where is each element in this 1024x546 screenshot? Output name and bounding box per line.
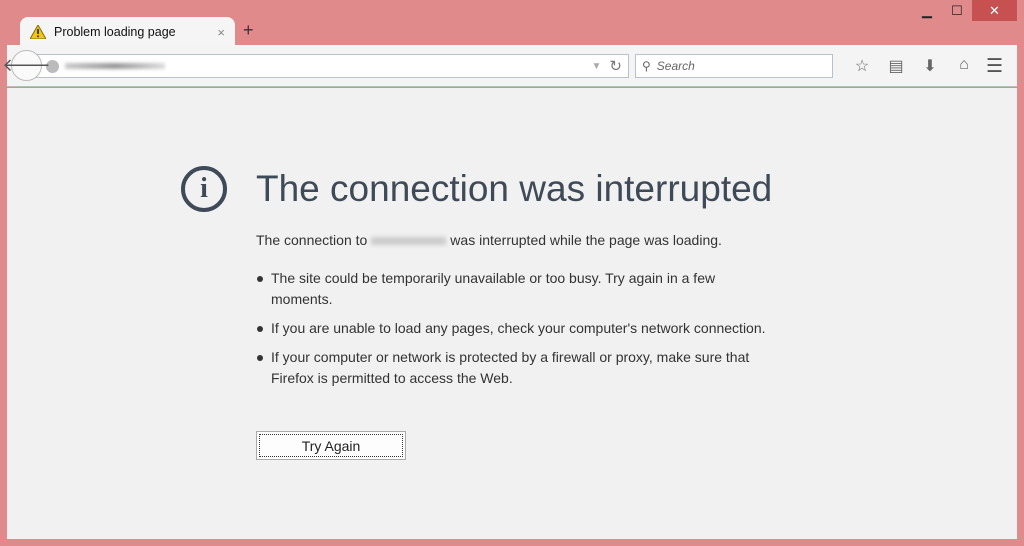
blurred-host bbox=[371, 237, 447, 245]
search-input[interactable]: ⚲ Search bbox=[635, 54, 833, 78]
error-description: The connection to was interrupted while t… bbox=[256, 232, 776, 248]
list-item: If your computer or network is protected… bbox=[257, 347, 771, 389]
url-text-blurred bbox=[65, 63, 165, 69]
back-button[interactable]: 🡐 bbox=[2, 50, 51, 81]
tab-close-icon[interactable]: × bbox=[217, 25, 225, 40]
desc-after: was interrupted while the page was loadi… bbox=[450, 232, 722, 248]
list-item: The site could be temporarily unavailabl… bbox=[257, 268, 771, 310]
try-again-button[interactable]: Try Again bbox=[256, 431, 406, 460]
navigation-toolbar: 🡐 ▼ ↻ ⚲ Search ☆ ▤ ⬇ ⌂ ☰ bbox=[2, 45, 1017, 87]
history-dropdown-icon[interactable]: ▼ bbox=[592, 61, 602, 72]
tab-problem-loading[interactable]: Problem loading page × bbox=[20, 17, 235, 47]
error-page: i The connection was interrupted The con… bbox=[7, 88, 1017, 539]
new-tab-button[interactable]: + bbox=[243, 20, 254, 41]
page-title: The connection was interrupted bbox=[256, 168, 773, 209]
reading-list-icon[interactable]: ▤ bbox=[879, 56, 913, 76]
reload-icon[interactable]: ↻ bbox=[609, 57, 622, 75]
suggestion-list: The site could be temporarily unavailabl… bbox=[257, 268, 771, 397]
search-icon: ⚲ bbox=[642, 59, 651, 73]
maximize-button[interactable]: ☐ bbox=[942, 0, 972, 21]
url-bar[interactable]: ▼ ↻ bbox=[29, 54, 629, 78]
close-window-button[interactable]: ✕ bbox=[972, 0, 1017, 21]
tab-title: Problem loading page bbox=[54, 25, 176, 39]
list-item: If you are unable to load any pages, che… bbox=[257, 318, 771, 339]
window-controls: ▁ ☐ ✕ bbox=[912, 0, 1017, 21]
minimize-button[interactable]: ▁ bbox=[912, 0, 942, 21]
hamburger-menu-icon[interactable]: ☰ bbox=[986, 55, 1003, 78]
bookmark-star-icon[interactable]: ☆ bbox=[845, 56, 879, 76]
info-icon: i bbox=[181, 166, 227, 212]
desc-before: The connection to bbox=[256, 232, 368, 248]
warning-icon bbox=[30, 25, 46, 39]
search-placeholder: Search bbox=[656, 59, 695, 73]
download-icon[interactable]: ⬇ bbox=[913, 56, 947, 76]
home-icon[interactable]: ⌂ bbox=[947, 56, 981, 76]
